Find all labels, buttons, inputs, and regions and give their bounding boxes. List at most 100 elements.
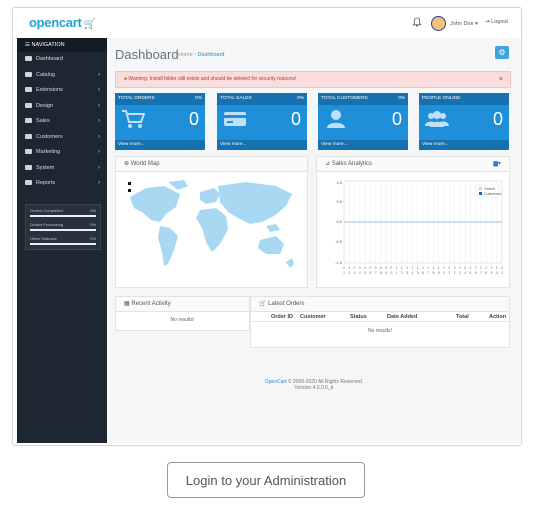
panel-header: 🛒 Latest Orders [251,297,509,312]
tile-total-orders: TOTAL ORDERS 0% 0 View more... [115,93,205,150]
sidebar-item-system[interactable]: System › [17,161,107,177]
x-tick-label: 4 [464,271,466,275]
x-tick-label: 8 [433,271,435,275]
share-icon [25,149,32,155]
x-tick-label: 0 [443,271,445,275]
exclamation-icon: ● [124,76,128,82]
africa[interactable] [196,208,228,252]
close-icon[interactable]: × [499,72,503,87]
view-more-link[interactable]: View more... [318,140,408,150]
x-tick-label: 0 [391,266,393,270]
empty-message: No results! [368,328,392,334]
opencart-link[interactable]: OpenCart [265,379,287,385]
column-header[interactable]: Date Added [387,314,417,320]
opencart-logo[interactable]: opencart 🛒 [29,15,96,30]
greenland[interactable] [168,180,188,190]
x-tick-label: 4 [412,271,414,275]
line-chart-icon: ⊿ [325,161,331,167]
australia[interactable] [258,236,284,254]
europe[interactable] [200,188,220,204]
chevron-right-icon: › [98,180,100,186]
breadcrumb-current[interactable]: Dashboard [198,52,225,58]
column-header[interactable]: Customer [300,314,326,320]
x-tick-label: 2 [454,266,456,270]
sidebar-item-extensions[interactable]: Extensions › [17,83,107,99]
x-tick-label: 2 [475,266,477,270]
sidebar-item-catalog[interactable]: Catalog › [17,68,107,84]
tile-value: 0 [492,109,503,129]
x-tick-label: 0 [348,266,350,270]
sidebar-item-label: System [36,164,55,171]
new-zealand[interactable] [286,258,294,268]
dashboard-icon [25,56,32,62]
logout-label: Logout [491,19,508,25]
x-tick-label: 1 [433,266,435,270]
panel-title: Sales Analytics [331,161,373,167]
view-more-link[interactable]: View more... [217,140,307,150]
column-header[interactable]: Status [350,314,367,320]
tile-value: 0 [391,109,402,129]
asia[interactable] [218,182,292,224]
x-tick-label: 9 [491,271,493,275]
users-icon [425,111,449,127]
x-tick-label: 8 [380,271,382,275]
southeast-asia-islands[interactable] [266,224,280,232]
chevron-right-icon: › [98,102,100,109]
tile-total-sales: TOTAL SALES 0% 0 View more... [217,93,307,150]
x-tick-label: 2 [485,266,487,270]
x-tick-label: 2 [459,266,461,270]
sidebar-item-dashboard[interactable]: Dashboard [17,52,107,68]
x-tick-label: 2 [470,266,472,270]
sidebar-item-reports[interactable]: Reports › [17,176,107,192]
zoom-out-button[interactable] [128,189,131,192]
zoom-in-button[interactable] [128,182,131,185]
order-status-progress: Orders Completed 0% Orders Processing 0% O… [25,204,101,250]
x-tick-label: 1 [343,271,345,275]
sales-analytics-chart: 1.0 0.5 0.0 -0.5 -1.0 010203040506070809… [335,180,503,275]
credit-card-icon [224,112,246,126]
logout-link[interactable]: ⇥ Logout [485,19,508,25]
progress-label: Orders Processing [30,222,64,227]
calendar-dropdown-icon[interactable]: ▆▾ [493,157,501,171]
tile-people-online: PEOPLE ONLINE 0 View more... [419,93,509,150]
tile-percent: 0% [398,96,405,101]
x-tick-label: 7 [375,271,377,275]
x-tick-label: 2 [480,266,482,270]
breadcrumb-home[interactable]: Home [178,52,193,58]
settings-button[interactable]: ⚙ [495,46,509,59]
user-menu[interactable]: John Doe ▾ [431,16,478,31]
x-tick-label: 9 [385,271,387,275]
column-header[interactable]: Total [456,314,469,320]
login-admin-button[interactable]: Login to your Administration [167,462,365,498]
x-tick-label: 1 [417,266,419,270]
logout-icon: ⇥ [485,19,490,25]
shopping-cart-icon [122,110,145,128]
north-america[interactable] [130,186,180,222]
sidebar-item-customers[interactable]: Customers › [17,130,107,146]
x-tick-label: 1 [427,266,429,270]
progress-orders-completed: Orders Completed 0% [26,205,100,219]
progress-other-statuses: Other Statuses 0% [26,233,100,247]
x-tick-label: 7 [480,271,482,275]
x-tick-label: 2 [448,266,450,270]
sidebar-item-sales[interactable]: Sales › [17,114,107,130]
progress-percent: 0% [90,222,96,227]
chevron-right-icon: › [98,149,100,155]
chevron-right-icon: › [98,118,100,124]
world-map[interactable] [116,172,307,286]
sidebar-item-marketing[interactable]: Marketing › [17,145,107,161]
x-tick-label: 1 [406,266,408,270]
x-tick-label: 0 [359,266,361,270]
cart-logo-icon: 🛒 [83,19,96,30]
sidebar-item-design[interactable]: Design › [17,99,107,115]
column-header[interactable]: Order ID [271,314,293,320]
progress-label: Other Statuses [30,236,57,241]
south-america[interactable] [158,226,178,266]
bell-icon[interactable] [412,17,422,27]
x-tick-label: 4 [359,271,361,275]
progress-percent: 0% [90,236,96,241]
progress-percent: 0% [90,208,96,213]
view-more-link[interactable]: View more... [115,140,205,150]
x-tick-label: 6 [422,271,424,275]
view-more-link[interactable]: View more... [419,140,509,150]
